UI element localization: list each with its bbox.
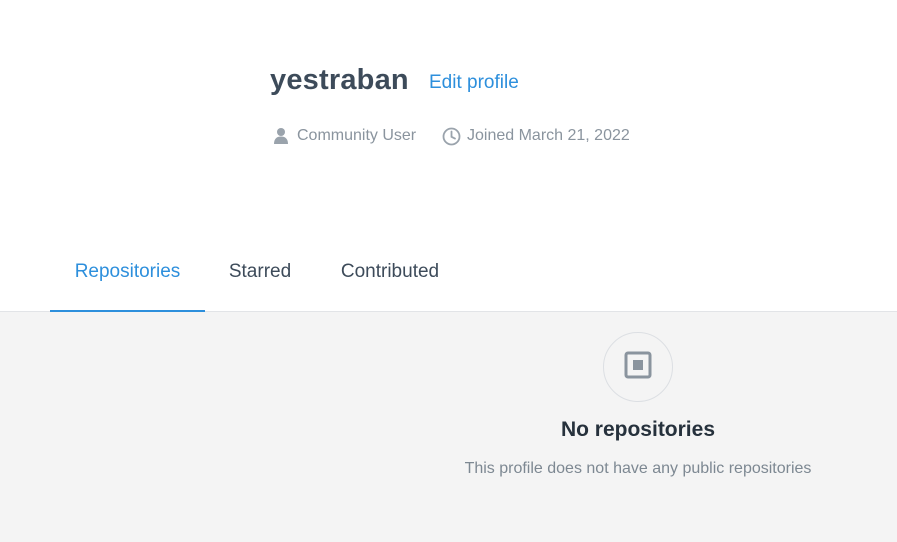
- tab-repositories[interactable]: Repositories: [50, 230, 205, 312]
- repository-icon: [624, 351, 652, 384]
- profile-tabs: Repositories Starred Contributed: [0, 230, 897, 312]
- empty-state-subtitle: This profile does not have any public re…: [464, 460, 812, 477]
- user-icon: [273, 127, 289, 145]
- empty-state-title: No repositories: [560, 418, 716, 441]
- profile-joined-label: Joined March 21, 2022: [467, 127, 630, 144]
- tab-contributed[interactable]: Contributed: [325, 230, 455, 311]
- profile-header: yestraban Edit profile Community User Jo…: [0, 0, 897, 230]
- profile-role-label: Community User: [297, 127, 417, 144]
- clock-icon: [442, 127, 461, 146]
- edit-profile-link[interactable]: Edit profile: [429, 70, 519, 96]
- profile-username: yestraban: [270, 64, 409, 96]
- profile-page: yestraban Edit profile Community User Jo…: [0, 0, 897, 542]
- tab-starred[interactable]: Starred: [215, 230, 305, 311]
- repositories-panel: No repositories This profile does not ha…: [0, 312, 897, 542]
- profile-role: Community User: [273, 124, 416, 148]
- profile-joined: Joined March 21, 2022: [442, 124, 630, 148]
- empty-state-icon-circle: [603, 332, 673, 402]
